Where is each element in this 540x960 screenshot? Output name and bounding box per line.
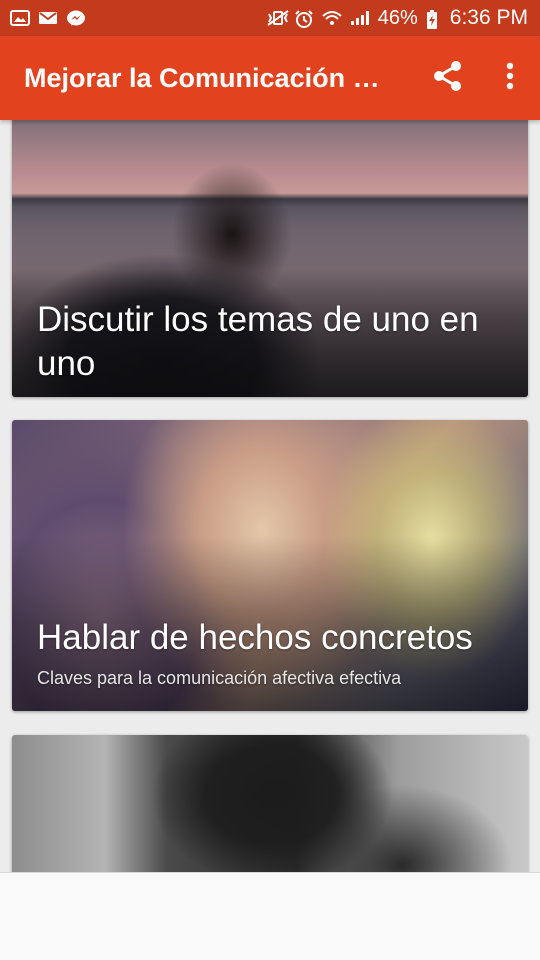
card-list[interactable]: Discutir los temas de uno en uno Hablar … xyxy=(0,120,540,872)
messenger-icon xyxy=(66,10,86,26)
share-icon xyxy=(433,60,463,97)
signal-icon xyxy=(350,10,370,26)
more-vert-icon xyxy=(506,62,514,95)
bottom-banner-area xyxy=(0,872,540,960)
app-actions xyxy=(428,58,530,98)
battery-percent: 46% xyxy=(377,7,418,29)
card-image-couple-bw xyxy=(12,735,528,872)
status-left-icons xyxy=(10,10,86,26)
screen: 46% 6:36 PM Mejorar la Comunicación en P… xyxy=(0,0,540,960)
status-bar: 46% 6:36 PM xyxy=(0,0,540,36)
battery-charging-icon xyxy=(426,10,438,29)
image-icon xyxy=(10,10,30,26)
status-right-icons: 46% 6:36 PM xyxy=(266,0,528,36)
card-title: Discutir los temas de uno en uno xyxy=(37,300,479,383)
alarm-icon xyxy=(294,10,314,28)
share-button[interactable] xyxy=(428,58,468,98)
mail-icon xyxy=(38,10,58,26)
card-title: Hablar de hechos concretos xyxy=(37,618,473,657)
card-text: Discutir los temas de uno en uno xyxy=(37,298,508,386)
card-third[interactable] xyxy=(12,735,528,872)
app-bar: Mejorar la Comunicación en Pareja xyxy=(0,36,540,120)
clock: 6:36 PM xyxy=(449,6,528,29)
app-title: Mejorar la Comunicación en Pareja xyxy=(24,62,389,93)
card-subtitle: Claves para la comunicación afectiva efe… xyxy=(37,668,402,688)
card-hablar-hechos[interactable]: Hablar de hechos concretos Claves para l… xyxy=(12,420,528,711)
vibrate-icon xyxy=(266,10,289,26)
card-text: Hablar de hechos concretos Claves para l… xyxy=(37,616,508,689)
wifi-icon xyxy=(322,10,342,26)
more-options-button[interactable] xyxy=(490,58,530,98)
card-discutir-temas[interactable]: Discutir los temas de uno en uno xyxy=(12,120,528,397)
